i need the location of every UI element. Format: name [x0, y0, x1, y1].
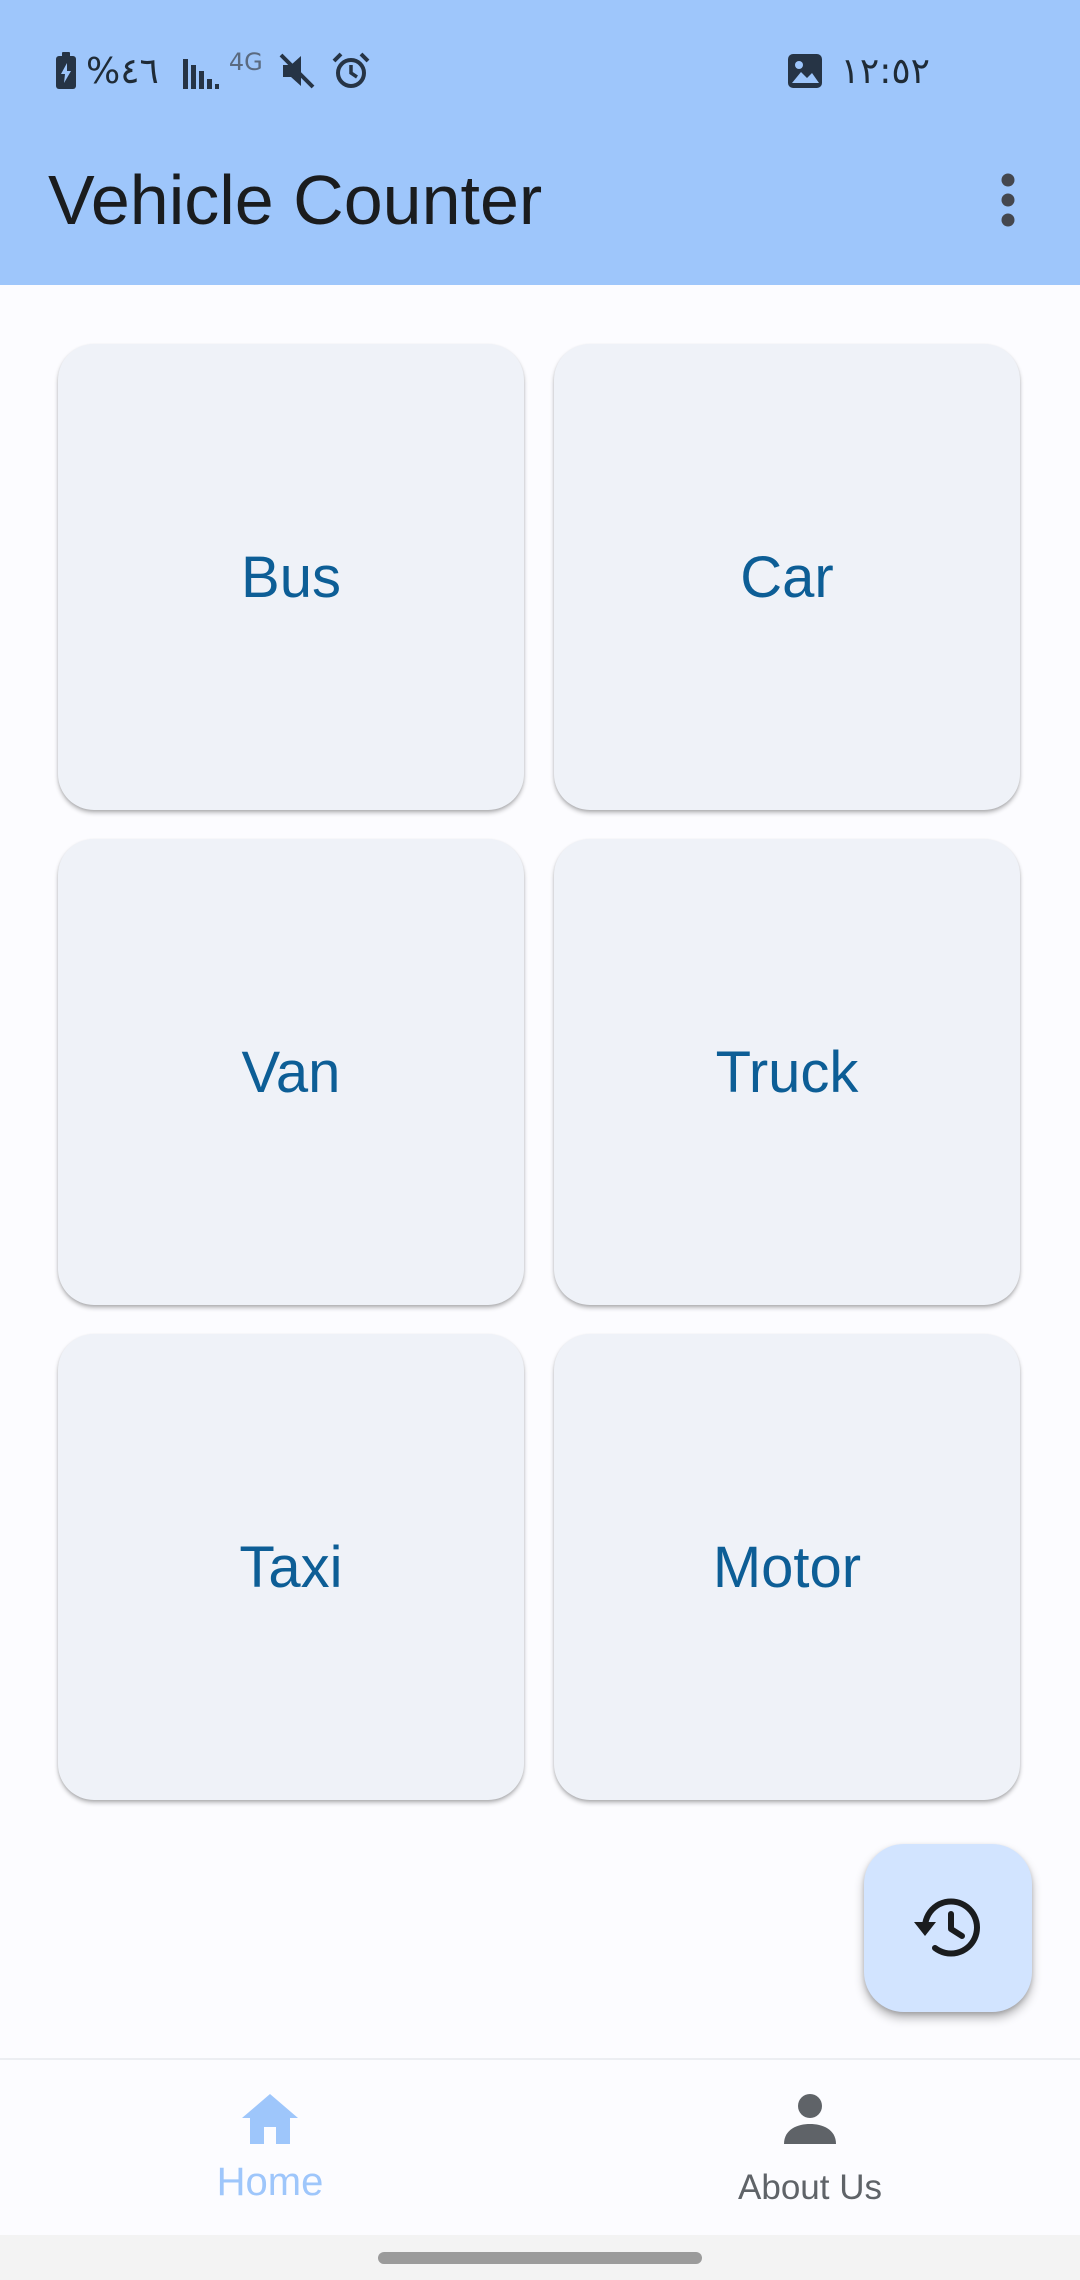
- nav-about-us-label: About Us: [738, 2168, 882, 2207]
- battery-charging-icon: [54, 51, 78, 91]
- nav-about-us[interactable]: About Us: [540, 2060, 1080, 2237]
- vehicle-label: Motor: [712, 1534, 862, 1600]
- history-button[interactable]: [864, 1844, 1032, 2012]
- person-icon: [784, 2094, 836, 2144]
- gesture-area: [0, 2235, 1080, 2280]
- vehicle-label: Van: [241, 1039, 341, 1105]
- vehicle-label: Taxi: [239, 1534, 343, 1600]
- signal-icon: [181, 53, 221, 89]
- vehicle-card-bus[interactable]: Bus: [58, 344, 524, 810]
- home-gesture-bar[interactable]: [378, 2252, 702, 2264]
- status-bar: %٤٦ 4G ١٢:٥٢: [0, 0, 1080, 140]
- status-left: %٤٦ 4G: [54, 48, 371, 94]
- nav-home[interactable]: Home: [0, 2060, 540, 2237]
- app-bar: %٤٦ 4G ١٢:٥٢ Vehicle Counter: [0, 0, 1080, 285]
- status-time: ١٢:٥٢: [840, 50, 930, 92]
- image-icon: [787, 53, 823, 89]
- battery-percent: %٤٦: [86, 50, 159, 92]
- vehicle-card-taxi[interactable]: Taxi: [58, 1334, 524, 1800]
- network-type: 4G: [228, 48, 263, 76]
- vehicle-label: Car: [740, 544, 834, 610]
- more-options-button[interactable]: [980, 165, 1036, 235]
- page-title: Vehicle Counter: [48, 161, 543, 239]
- bottom-navigation: Home About Us: [0, 2058, 1080, 2235]
- home-icon: [242, 2094, 298, 2144]
- vehicle-card-motor[interactable]: Motor: [554, 1334, 1020, 1800]
- vehicle-label: Truck: [715, 1039, 859, 1105]
- history-icon: [914, 1898, 980, 1957]
- status-right: ١٢:٥٢: [787, 48, 930, 94]
- vehicle-card-truck[interactable]: Truck: [554, 839, 1020, 1305]
- alarm-icon: [331, 51, 371, 91]
- vehicle-label: Bus: [241, 544, 341, 610]
- vehicle-grid: Bus Car Van Truck Taxi Motor: [58, 344, 1022, 1800]
- mute-icon: [277, 51, 317, 91]
- vehicle-card-car[interactable]: Car: [554, 344, 1020, 810]
- nav-home-label: Home: [216, 2160, 324, 2204]
- more-vert-icon: [1001, 173, 1015, 227]
- vehicle-card-van[interactable]: Van: [58, 839, 524, 1305]
